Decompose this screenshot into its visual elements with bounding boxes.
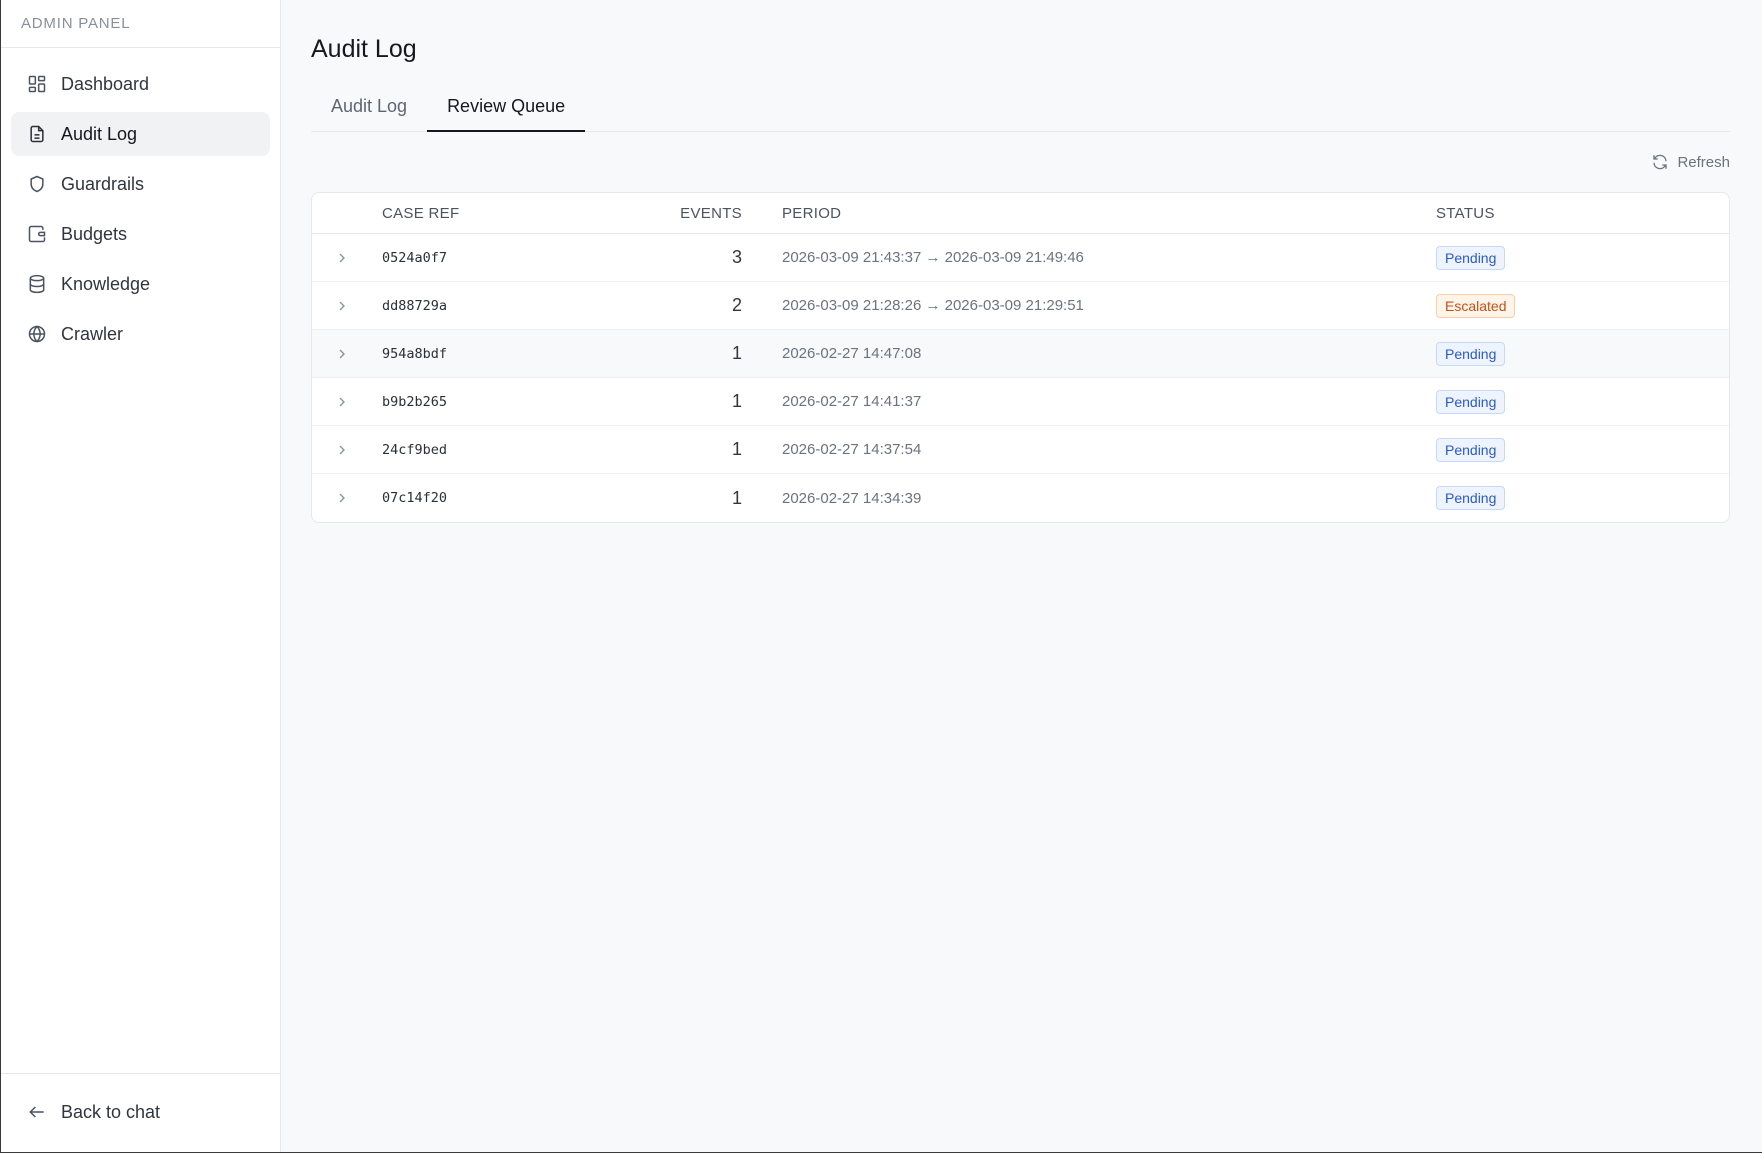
table-row[interactable]: 07c14f20 1 2026-02-27 14:34:39 Pending bbox=[312, 474, 1729, 522]
chevron-right-icon bbox=[339, 397, 345, 406]
events-cell: 3 bbox=[731, 247, 742, 267]
expand-row-button[interactable] bbox=[312, 490, 382, 506]
sidebar-item-knowledge[interactable]: Knowledge bbox=[11, 262, 270, 306]
wallet-icon bbox=[28, 225, 46, 243]
status-cell: Pending bbox=[1436, 437, 1729, 462]
column-header-case-ref[interactable]: CASE REF bbox=[382, 205, 642, 222]
page-title: Audit Log bbox=[311, 35, 417, 63]
sidebar-item-audit-log[interactable]: Audit Log bbox=[11, 112, 270, 156]
status-badge: Pending bbox=[1436, 437, 1506, 462]
status-badge: Escalated bbox=[1436, 293, 1516, 318]
expand-row-button[interactable] bbox=[312, 298, 382, 314]
chevron-right-icon bbox=[339, 301, 345, 310]
events-cell: 2 bbox=[731, 295, 742, 315]
app-window: ADMIN PANEL Dashboard Audit Log Guardrai… bbox=[0, 0, 1762, 1153]
expand-row-button[interactable] bbox=[312, 346, 382, 362]
status-cell: Pending bbox=[1436, 341, 1729, 366]
main-content: Audit Log Audit Log Review Queue Refresh… bbox=[281, 0, 1762, 1152]
status-cell: Escalated bbox=[1436, 293, 1729, 318]
expand-row-button[interactable] bbox=[312, 442, 382, 458]
refresh-icon bbox=[1653, 154, 1668, 170]
sidebar-item-label: Crawler bbox=[61, 323, 124, 344]
chevron-right-icon bbox=[339, 253, 345, 262]
sidebar-item-label: Knowledge bbox=[61, 273, 151, 294]
sidebar-item-label: Budgets bbox=[61, 223, 128, 244]
period-cell: 2026-03-09 21:43:37 → 2026-03-09 21:49:4… bbox=[782, 249, 1084, 266]
database-icon bbox=[29, 274, 45, 294]
status-badge: Pending bbox=[1436, 486, 1506, 510]
globe-icon bbox=[28, 325, 46, 343]
table-body: 0524a0f7 3 2026-03-09 21:43:37 → 2026-03-0… bbox=[312, 234, 1729, 522]
table-row[interactable]: 24cf9bed 1 2026-02-27 14:37:54 Pending bbox=[312, 426, 1729, 474]
sidebar-item-guardrails[interactable]: Guardrails bbox=[11, 162, 270, 206]
sidebar-item-crawler[interactable]: Crawler bbox=[11, 312, 270, 356]
table-row[interactable]: 954a8bdf 1 2026-02-27 14:47:08 Pending bbox=[312, 330, 1729, 378]
sidebar-item-label: Guardrails bbox=[61, 173, 145, 194]
sidebar: ADMIN PANEL Dashboard Audit Log Guardrai… bbox=[1, 0, 281, 1152]
expand-row-button[interactable] bbox=[312, 394, 382, 410]
sidebar-item-budgets[interactable]: Budgets bbox=[11, 212, 270, 256]
refresh-label: Refresh bbox=[1677, 153, 1730, 171]
sidebar-nav: Dashboard Audit Log Guardrails Budgets K… bbox=[1, 48, 280, 370]
column-header-status[interactable]: STATUS bbox=[1436, 205, 1729, 222]
events-cell: 1 bbox=[731, 391, 742, 411]
sidebar-item-label: Dashboard bbox=[61, 73, 150, 94]
tab-review-queue[interactable]: Review Queue bbox=[427, 82, 586, 132]
column-header-period[interactable]: PERIOD bbox=[742, 205, 1436, 222]
period-cell: 2026-03-09 21:28:26 → 2026-03-09 21:29:5… bbox=[782, 297, 1084, 314]
refresh-button[interactable]: Refresh bbox=[1651, 153, 1730, 171]
period-cell: 2026-02-27 14:41:37 bbox=[782, 393, 922, 410]
period-cell: 2026-02-27 14:37:54 bbox=[782, 441, 922, 458]
review-queue-table: CASE REF EVENTS PERIOD STATUS 0524a0f7 3 2… bbox=[311, 192, 1730, 523]
case-ref-cell: 954a8bdf bbox=[382, 345, 448, 362]
status-cell: Pending bbox=[1436, 486, 1729, 510]
case-ref-cell: 24cf9bed bbox=[382, 441, 448, 458]
back-to-chat-label: Back to chat bbox=[61, 1101, 161, 1122]
grid-icon bbox=[28, 75, 46, 93]
status-cell: Pending bbox=[1436, 245, 1729, 270]
sidebar-footer: Back to chat bbox=[1, 1073, 280, 1152]
table-row[interactable]: dd88729a 2 2026-03-09 21:28:26 → 2026-03-0… bbox=[312, 282, 1729, 330]
table-row[interactable]: b9b2b265 1 2026-02-27 14:41:37 Pending bbox=[312, 378, 1729, 426]
period-cell: 2026-02-27 14:47:08 bbox=[782, 345, 922, 362]
back-to-chat-link[interactable]: Back to chat bbox=[11, 1090, 270, 1134]
events-cell: 1 bbox=[731, 487, 742, 508]
status-cell: Pending bbox=[1436, 389, 1729, 414]
file-text-icon bbox=[30, 125, 44, 143]
case-ref-cell: 07c14f20 bbox=[382, 490, 448, 506]
toolbar: Refresh bbox=[311, 132, 1730, 192]
sidebar-item-label: Audit Log bbox=[61, 123, 138, 144]
tab-bar: Audit Log Review Queue bbox=[311, 82, 1730, 132]
events-cell: 1 bbox=[731, 439, 742, 459]
arrow-left-icon bbox=[29, 1106, 44, 1118]
case-ref-cell: 0524a0f7 bbox=[382, 249, 448, 266]
column-header-events[interactable]: EVENTS bbox=[642, 205, 742, 222]
status-badge: Pending bbox=[1436, 341, 1506, 366]
case-ref-cell: b9b2b265 bbox=[382, 393, 448, 410]
chevron-right-icon bbox=[339, 445, 345, 454]
chevron-right-icon bbox=[339, 493, 345, 503]
table-header: CASE REF EVENTS PERIOD STATUS bbox=[312, 193, 1729, 234]
sidebar-title: ADMIN PANEL bbox=[1, 0, 280, 48]
period-cell: 2026-02-27 14:34:39 bbox=[782, 489, 922, 507]
status-badge: Pending bbox=[1436, 389, 1506, 414]
sidebar-item-dashboard[interactable]: Dashboard bbox=[11, 62, 270, 106]
tab-audit-log[interactable]: Audit Log bbox=[311, 82, 427, 132]
status-badge: Pending bbox=[1436, 245, 1506, 270]
shield-icon bbox=[30, 175, 44, 193]
events-cell: 1 bbox=[731, 343, 742, 363]
table-row[interactable]: 0524a0f7 3 2026-03-09 21:43:37 → 2026-03-0… bbox=[312, 234, 1729, 282]
case-ref-cell: dd88729a bbox=[382, 297, 448, 314]
expand-row-button[interactable] bbox=[312, 250, 382, 266]
chevron-right-icon bbox=[339, 349, 345, 358]
